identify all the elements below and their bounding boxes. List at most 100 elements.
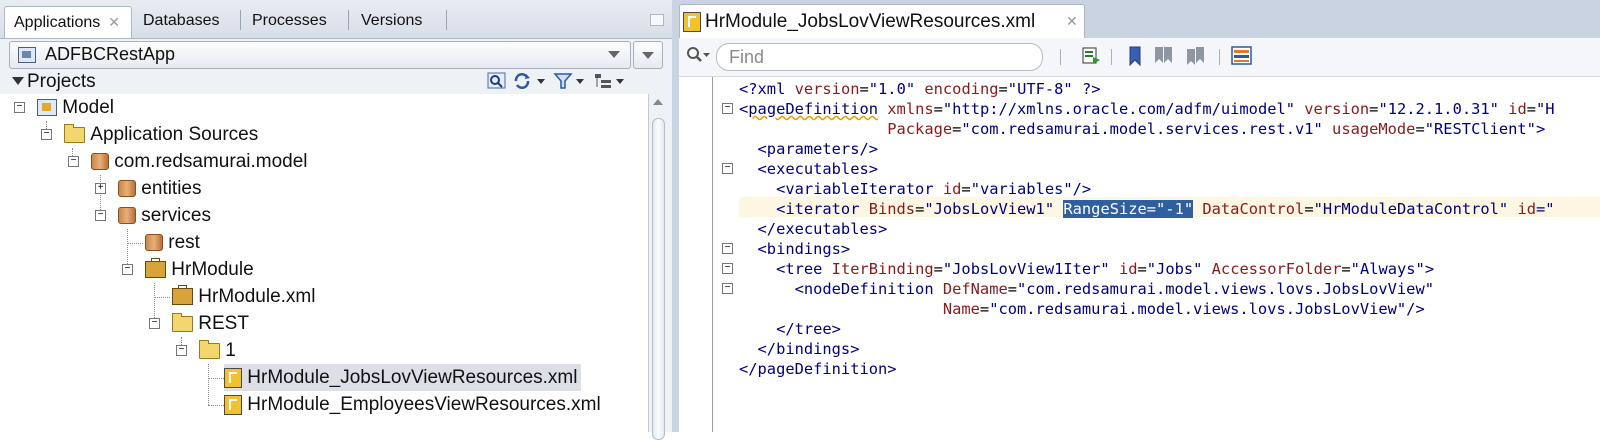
project-tree: − Model − Application Sources − com.reds… xyxy=(0,94,648,432)
package-icon xyxy=(118,207,136,225)
tree-node-label: Model xyxy=(62,97,115,118)
code-token: <?xml xyxy=(739,80,795,98)
close-icon[interactable]: ✕ xyxy=(1066,13,1078,30)
code-line: </tree> xyxy=(739,320,841,338)
package-icon xyxy=(118,180,136,198)
code-token: DefName xyxy=(942,280,1008,298)
structure-icon[interactable] xyxy=(1231,46,1253,66)
editor-tab-title: HrModule_JobsLovViewResources.xml xyxy=(705,11,1036,32)
tab-separator xyxy=(348,10,349,30)
collapse-icon[interactable]: − xyxy=(149,318,160,329)
next-bookmark-icon[interactable] xyxy=(1185,46,1209,66)
code-token: "Always" xyxy=(1350,260,1425,278)
tree-connector xyxy=(208,405,224,406)
collapse-icon[interactable]: − xyxy=(95,210,106,221)
tree-connector xyxy=(127,243,143,244)
package-icon xyxy=(145,234,163,252)
xml-source-editor[interactable]: − − − − − <?xml version="1.0" encoding="… xyxy=(679,77,1600,432)
fold-icon[interactable]: − xyxy=(722,283,733,294)
tree-node-label: services xyxy=(141,205,211,226)
code-token: <iterator xyxy=(739,200,869,218)
scrollbar-thumb[interactable] xyxy=(652,118,665,440)
code-token: id xyxy=(1498,100,1527,118)
collapse-icon[interactable]: − xyxy=(14,102,25,113)
find-field[interactable] xyxy=(716,43,1043,71)
search-icon[interactable] xyxy=(686,46,712,66)
tree-node-label: com.redsamurai.model xyxy=(114,151,308,172)
code-token: =" xyxy=(1536,200,1555,218)
collapse-icon[interactable]: − xyxy=(68,156,79,167)
scroll-up-icon[interactable] xyxy=(653,99,663,105)
code-token: = xyxy=(1007,280,1018,298)
code-token: encoding xyxy=(915,80,999,98)
application-name: ADFBCRestApp xyxy=(45,44,176,64)
editor-toolbar xyxy=(679,38,1600,77)
tree-node-label: HrModule_EmployeesViewResources.xml xyxy=(247,394,601,415)
code-token: = xyxy=(933,260,943,278)
fold-icon[interactable]: − xyxy=(722,243,733,254)
collapse-icon[interactable]: − xyxy=(41,129,52,140)
go-to-source-icon[interactable] xyxy=(1081,46,1101,66)
application-menu-button[interactable] xyxy=(633,41,663,69)
minimize-icon[interactable] xyxy=(650,14,664,26)
folder-icon xyxy=(64,123,85,143)
tab-processes[interactable]: Processes xyxy=(252,6,327,37)
code-token: /> xyxy=(1072,180,1092,198)
fold-icon[interactable]: − xyxy=(722,263,733,274)
code-token: = xyxy=(933,100,943,118)
panel-splitter[interactable] xyxy=(672,0,679,432)
tab-databases[interactable]: Databases xyxy=(143,6,220,37)
code-token: "JobsLovView1Iter" xyxy=(942,260,1110,278)
tree-node-label: 1 xyxy=(225,340,236,361)
toolbar-separator xyxy=(1219,49,1220,65)
code-token: "com.redsamurai.model.views.lovs.JobsLov… xyxy=(989,300,1407,318)
bookmark-icon[interactable] xyxy=(1127,46,1143,66)
tree-node-jobslovviewresources[interactable]: HrModule_JobsLovViewResources.xml xyxy=(224,364,582,391)
fold-icon[interactable]: − xyxy=(722,163,733,174)
collapse-icon[interactable]: − xyxy=(176,345,187,356)
project-icon xyxy=(37,99,57,117)
code-token: "12.2.1.0.31" xyxy=(1378,100,1499,118)
previous-bookmark-icon[interactable] xyxy=(1153,46,1177,66)
code-token: "HrModuleDataControl" xyxy=(1313,200,1509,218)
find-in-navigator-icon[interactable] xyxy=(487,72,507,90)
selected-text[interactable]: RangeSize="-1" xyxy=(1063,200,1194,218)
fold-icon[interactable]: − xyxy=(722,103,733,114)
code-token: /> xyxy=(1406,300,1425,318)
tab-versions[interactable]: Versions xyxy=(361,6,422,37)
code-token: = xyxy=(1304,200,1314,218)
code-token: IterBinding xyxy=(831,260,934,278)
tree-node-rest[interactable]: rest xyxy=(145,229,200,256)
tree-layout-icon[interactable] xyxy=(593,72,627,90)
code-line: <variableIterator id="variables"/> xyxy=(739,179,1091,199)
code-token: <nodeDefinition xyxy=(739,280,943,298)
code-token: = xyxy=(979,300,990,318)
tree-node-label: HrModule xyxy=(171,259,254,280)
tree-node-hrmodule-xml[interactable]: HrModule.xml xyxy=(172,283,315,310)
folder-icon xyxy=(199,339,220,359)
sync-icon[interactable] xyxy=(513,72,547,90)
code-token: "variables" xyxy=(970,180,1073,198)
code-token: "http://xmlns.oracle.com/adfm/uimodel" xyxy=(942,100,1296,118)
editor-tab[interactable]: HrModule_JobsLovViewResources.xml ✕ xyxy=(679,4,1085,39)
code-token: Name xyxy=(739,300,980,318)
tree-scrollbar[interactable] xyxy=(648,94,667,440)
tab-applications[interactable]: Applications ✕ xyxy=(4,6,132,38)
code-token: = xyxy=(1526,100,1536,118)
code-token: > xyxy=(1424,260,1435,278)
toolbar-separator xyxy=(1060,49,1061,65)
code-token: version xyxy=(1295,100,1370,118)
projects-header[interactable]: Projects xyxy=(0,70,662,94)
close-icon[interactable]: ✕ xyxy=(108,14,120,30)
expand-icon[interactable]: + xyxy=(95,183,106,194)
code-token: "Jobs" xyxy=(1146,260,1203,278)
filter-icon[interactable] xyxy=(553,72,587,90)
collapse-icon[interactable]: − xyxy=(122,264,133,275)
tree-node-employeesviewresources[interactable]: HrModule_EmployeesViewResources.xml xyxy=(224,391,601,418)
package-icon xyxy=(91,153,109,171)
application-module-icon xyxy=(172,285,193,306)
collapse-triangle-icon[interactable] xyxy=(12,77,24,85)
projects-label: Projects xyxy=(27,71,96,92)
find-input[interactable] xyxy=(727,46,1031,68)
application-selector[interactable]: ADFBCRestApp xyxy=(9,41,631,69)
